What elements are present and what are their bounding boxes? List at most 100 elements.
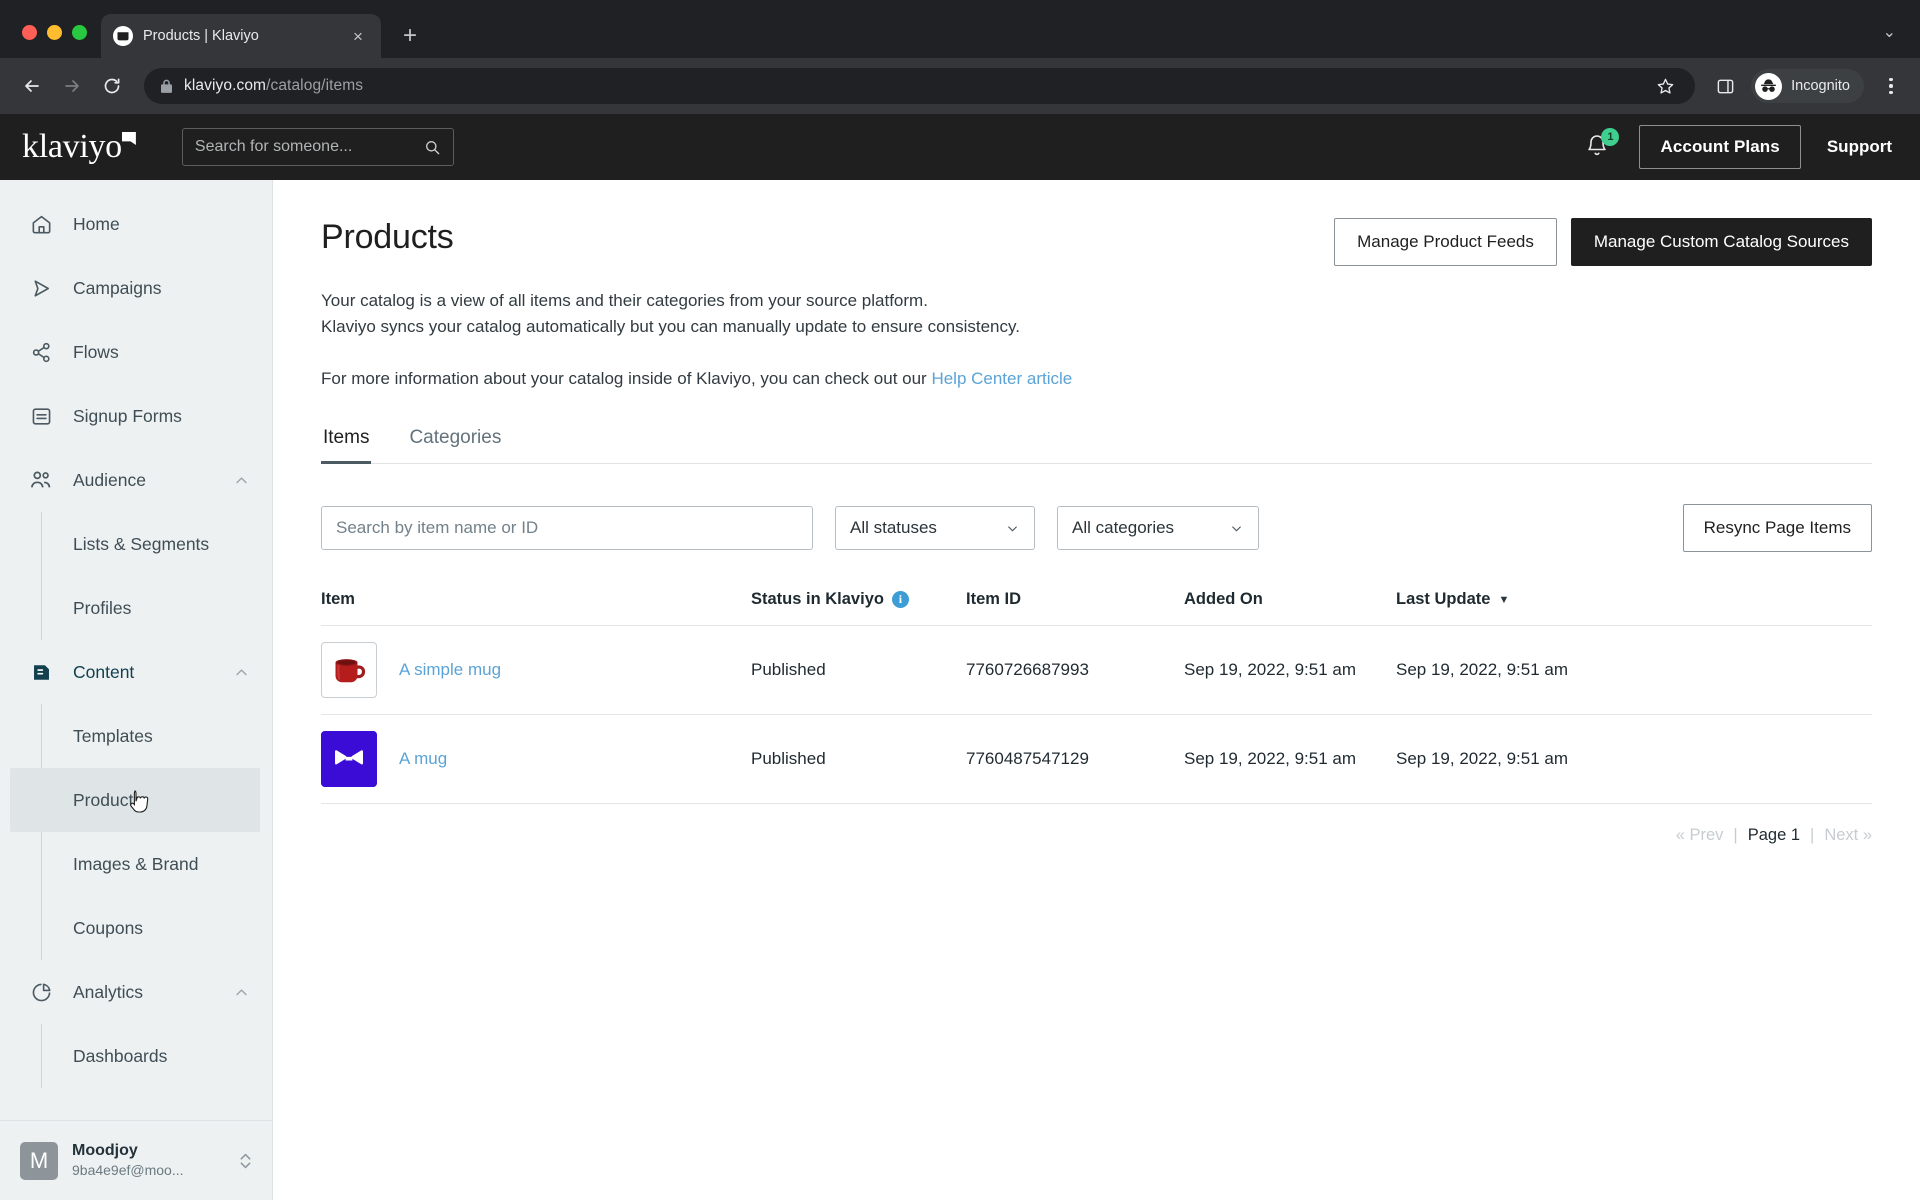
browser-menu-button[interactable] (1876, 77, 1906, 95)
chevron-up-down-icon[interactable] (237, 1150, 254, 1172)
chevron-down-icon (1229, 521, 1244, 536)
next-page-button[interactable]: Next » (1824, 826, 1872, 845)
column-header-added-on[interactable]: Added On (1184, 590, 1396, 627)
lock-icon (160, 79, 173, 94)
side-panel-icon[interactable] (1709, 70, 1741, 102)
item-search-box[interactable] (321, 506, 813, 551)
chevron-down-icon (1005, 521, 1020, 536)
sidebar-item-dashboards[interactable]: Dashboards (0, 1024, 272, 1088)
column-header-label: Item ID (966, 590, 1022, 609)
column-header-last-update[interactable]: Last Update ▼ (1396, 590, 1872, 627)
profile-incognito-button[interactable]: Incognito (1751, 69, 1864, 103)
back-button[interactable] (14, 68, 50, 104)
people-icon (28, 468, 54, 492)
sidebar-item-lists-segments[interactable]: Lists & Segments (0, 512, 272, 576)
status-filter-select[interactable]: All statuses (835, 506, 1035, 551)
table-row[interactable]: A simple mug Published 7760726687993 Sep… (321, 625, 1872, 716)
reload-button[interactable] (94, 68, 130, 104)
cell-item-id: 7760487547129 (966, 714, 1184, 805)
column-header-status[interactable]: Status in Klaviyo i (751, 590, 966, 627)
analytics-icon (28, 981, 54, 1004)
browser-tab[interactable]: Products | Klaviyo × (101, 14, 381, 58)
chevron-up-icon[interactable] (233, 472, 250, 489)
account-meta: Moodjoy 9ba4e9ef@moo... (72, 1141, 223, 1180)
intro-paragraph-2: For more information about your catalog … (321, 366, 1872, 392)
notification-count-badge: 1 (1601, 128, 1620, 146)
column-header-item-id-inner: Item ID (966, 590, 1184, 609)
column-header-label: Item (321, 590, 355, 609)
window-controls (12, 25, 101, 58)
manage-custom-catalog-sources-button[interactable]: Manage Custom Catalog Sources (1570, 218, 1872, 266)
column-header-item-id[interactable]: Item ID (966, 590, 1184, 627)
sidebar-item-label: Coupons (73, 917, 144, 938)
cell-status: Published (751, 714, 966, 805)
sidebar-item-signup-forms[interactable]: Signup Forms (0, 384, 272, 448)
column-header-added-on-inner: Added On (1184, 590, 1396, 609)
forward-button[interactable] (54, 68, 90, 104)
chevron-up-icon[interactable] (233, 984, 250, 1001)
sidebar-item-images-brand[interactable]: Images & Brand (0, 832, 272, 896)
sidebar-group-analytics[interactable]: Analytics (0, 960, 272, 1024)
cell-item-id: 7760726687993 (966, 625, 1184, 716)
account-plans-button[interactable]: Account Plans (1639, 125, 1801, 169)
sidebar-group-audience[interactable]: Audience (0, 448, 272, 512)
current-page-label: Page 1 (1747, 826, 1801, 845)
item-name-link[interactable]: A simple mug (399, 660, 501, 680)
sidebar-item-label: Lists & Segments (73, 533, 210, 554)
sidebar-item-products[interactable]: Products (10, 768, 260, 832)
help-center-article-link[interactable]: Help Center article (931, 369, 1072, 388)
global-search-box[interactable] (181, 128, 454, 166)
sidebar-item-label: Signup Forms (73, 405, 182, 426)
manage-product-feeds-button[interactable]: Manage Product Feeds (1334, 218, 1557, 266)
maximize-window-button[interactable] (72, 25, 87, 40)
items-table: Item Status in Klaviyo i Item ID Added O… (321, 590, 1872, 805)
cell-item: A mug (321, 714, 751, 805)
tab-search-chevron-down-icon[interactable]: ⌄ (1883, 22, 1920, 58)
sidebar-item-flows[interactable]: Flows (0, 320, 272, 384)
new-tab-button[interactable]: + (393, 19, 427, 53)
items-table-head: Item Status in Klaviyo i Item ID Added O… (321, 590, 1872, 627)
klaviyo-logo[interactable]: klaviyo (22, 130, 140, 164)
table-row[interactable]: A mug Published 7760487547129 Sep 19, 20… (321, 714, 1872, 805)
table-header-row: Item Status in Klaviyo i Item ID Added O… (321, 590, 1872, 627)
support-link[interactable]: Support (1827, 137, 1892, 157)
close-window-button[interactable] (22, 25, 37, 40)
sidebar-item-campaigns[interactable]: Campaigns (0, 256, 272, 320)
sidebar-item-home[interactable]: Home (0, 192, 272, 256)
address-bar-url: klaviyo.com/catalog/items (184, 77, 363, 95)
tab-items[interactable]: Items (321, 419, 372, 465)
item-search-input[interactable] (336, 518, 798, 539)
app-body: Home Campaigns Flows Signup Forms Audien… (0, 180, 1920, 1200)
url-domain: klaviyo.com (184, 77, 267, 94)
sidebar-group-content[interactable]: Content (0, 640, 272, 704)
bookmark-star-icon[interactable] (1649, 70, 1681, 102)
item-name-link[interactable]: A mug (399, 749, 447, 769)
global-search-input[interactable] (194, 138, 416, 156)
pagination-separator: | (1733, 826, 1738, 845)
resync-page-items-button[interactable]: Resync Page Items (1682, 504, 1872, 553)
sidebar-item-profiles[interactable]: Profiles (0, 576, 272, 640)
main-content: Products Manage Product Feeds Manage Cus… (273, 180, 1920, 1200)
column-header-label: Added On (1184, 590, 1263, 609)
minimize-window-button[interactable] (47, 25, 62, 40)
red-mug-photo-thumbnail (321, 642, 377, 699)
category-filter-select[interactable]: All categories (1057, 506, 1259, 551)
home-icon (28, 213, 54, 236)
info-icon[interactable]: i (891, 591, 909, 609)
account-switcher[interactable]: M Moodjoy 9ba4e9ef@moo... (0, 1120, 272, 1200)
address-bar[interactable]: klaviyo.com/catalog/items (144, 68, 1696, 104)
sidebar-item-templates[interactable]: Templates (0, 704, 272, 768)
flows-icon (28, 341, 54, 364)
item-cell: A simple mug (321, 642, 751, 699)
column-header-item[interactable]: Item (321, 590, 751, 627)
close-tab-button[interactable]: × (347, 25, 369, 47)
sidebar-item-label: Images & Brand (73, 853, 199, 874)
klaviyo-logo-text: klaviyo (22, 128, 122, 165)
sidebar-item-coupons[interactable]: Coupons (0, 896, 272, 960)
chevron-up-icon[interactable] (233, 664, 250, 681)
browser-tab-title: Products | Klaviyo (143, 28, 259, 44)
pagination-separator: | (1810, 826, 1815, 845)
tab-categories[interactable]: Categories (407, 419, 503, 463)
notifications-button[interactable]: 1 (1585, 128, 1620, 162)
prev-page-button[interactable]: « Prev (1676, 826, 1724, 845)
